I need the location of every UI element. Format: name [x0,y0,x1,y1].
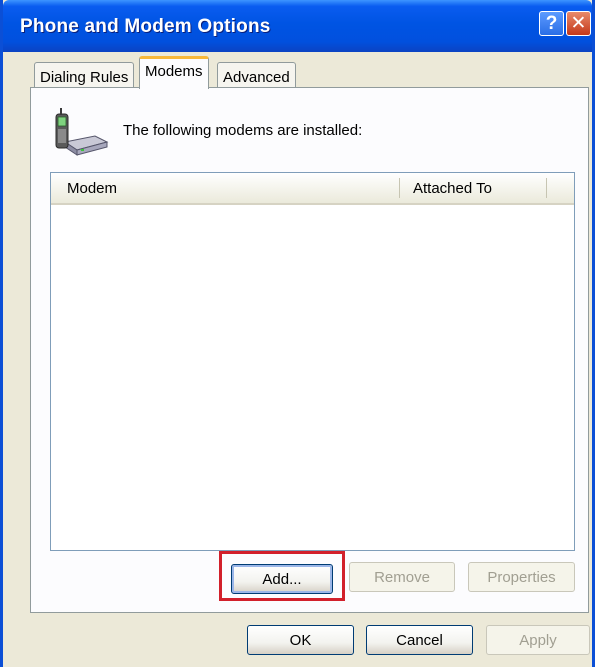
help-icon: ? [545,13,558,34]
phone-modem-icon [55,108,109,156]
ok-button-label: OK [289,631,312,649]
tab-label: Advanced [223,69,290,86]
column-header-attached-to[interactable]: Attached To [413,180,492,197]
close-icon: ✕ [570,13,587,34]
tab-modems[interactable]: Modems [139,56,209,89]
installed-modems-label: The following modems are installed: [123,122,363,139]
cancel-button-label: Cancel [396,631,443,649]
remove-button-label: Remove [374,568,430,586]
column-header-modem[interactable]: Modem [67,180,117,197]
properties-button[interactable]: Properties [468,562,575,592]
dialog-window: Phone and Modem Options ? ✕ Dialing Rule… [0,0,595,667]
title-bar[interactable]: Phone and Modem Options ? ✕ [3,0,592,52]
tab-label: Dialing Rules [40,69,129,86]
apply-button-label: Apply [519,631,557,649]
modems-list[interactable]: Modem Attached To [50,172,575,551]
apply-button[interactable]: Apply [486,625,590,655]
tab-advanced[interactable]: Advanced [217,62,296,89]
close-button[interactable]: ✕ [566,11,591,36]
column-divider[interactable] [399,178,400,198]
cancel-button[interactable]: Cancel [366,625,473,655]
window-title: Phone and Modem Options [20,16,271,37]
list-header: Modem Attached To [51,173,574,205]
tab-dialing-rules[interactable]: Dialing Rules [34,62,135,89]
help-button[interactable]: ? [539,11,564,36]
highlight-annotation [219,551,345,601]
remove-button[interactable]: Remove [349,562,455,592]
ok-button[interactable]: OK [247,625,354,655]
properties-button-label: Properties [487,568,556,586]
column-divider[interactable] [546,178,547,198]
tab-label: Modems [145,63,203,80]
modems-tab-panel: The following modems are installed: Mode… [30,87,589,613]
